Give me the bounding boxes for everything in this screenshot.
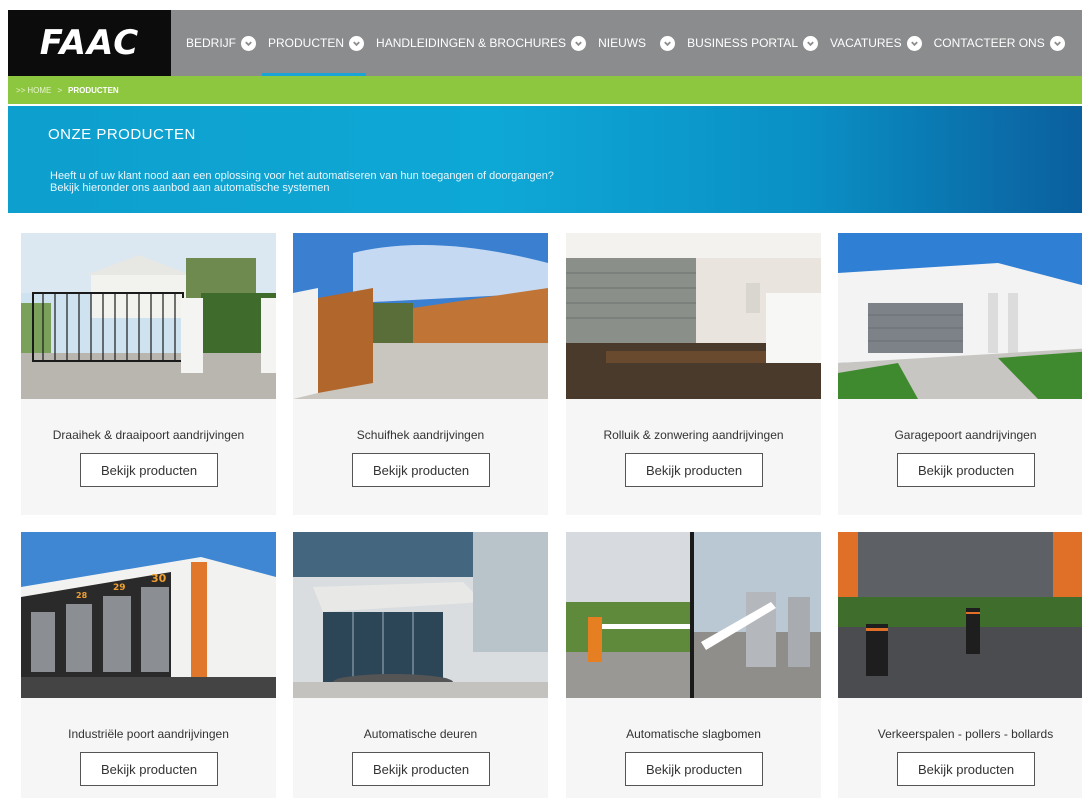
nav-label: BEDRIJF [186,36,237,50]
nav-item-vacatures[interactable]: VACATURES [830,10,928,76]
chevron-down-icon[interactable] [906,35,922,51]
view-products-button[interactable]: Bekijk producten [625,453,763,487]
product-image-gate[interactable] [21,233,276,399]
svg-text:29: 29 [113,583,126,593]
hero-line-1: Heeft u of uw klant nood aan een oplossi… [50,170,554,182]
product-card-industriele-poort: 30 29 28 Industriële poort aandrijvingen… [21,532,276,798]
chevron-down-icon[interactable] [349,35,365,51]
product-card-slagbomen: Automatische slagbomen Bekijk producten [566,532,821,798]
product-title: Garagepoort aandrijvingen [894,428,1037,442]
nav-item-business-portal[interactable]: BUSINESS PORTAL [687,10,824,76]
breadcrumb-current: PRODUCTEN [68,85,119,95]
product-image-roller-shutter[interactable] [566,233,821,399]
breadcrumb-separator: > [57,85,63,95]
hero-line-2: Bekijk hieronder ons aanbod aan automati… [50,182,330,194]
product-card-verkeerspalen: Verkeerspalen - pollers - bollards Bekij… [838,532,1082,798]
chevron-down-icon[interactable] [571,35,587,51]
breadcrumb: >> HOME > PRODUCTEN [8,76,1082,104]
hero-description: Heeft u of uw klant nood aan een oplossi… [50,170,554,194]
view-products-button[interactable]: Bekijk producten [897,752,1035,786]
nav-item-handleidingen[interactable]: HANDLEIDINGEN & BROCHURES [376,10,592,76]
product-image-industrial-door[interactable]: 30 29 28 [21,532,276,698]
chevron-down-icon[interactable] [660,35,676,51]
view-products-button[interactable]: Bekijk producten [352,752,490,786]
chevron-down-icon[interactable] [1049,35,1065,51]
product-card-rolluik: Rolluik & zonwering aandrijvingen Bekijk… [566,233,821,515]
nav-label: CONTACTEER ONS [933,36,1045,50]
view-products-button[interactable]: Bekijk producten [625,752,763,786]
product-card-schuifhek: Schuifhek aandrijvingen Bekijk producten [293,233,548,515]
view-products-button[interactable]: Bekijk producten [897,453,1035,487]
breadcrumb-prefix: >> [16,85,26,95]
product-image-sliding-gate[interactable] [293,233,548,399]
product-title: Verkeerspalen - pollers - bollards [877,727,1054,741]
product-title: Rolluik & zonwering aandrijvingen [603,428,784,442]
product-card-garagepoort: Garagepoort aandrijvingen Bekijk product… [838,233,1082,515]
nav-item-bedrijf[interactable]: BEDRIJF [186,10,262,76]
nav-item-contacteer-ons[interactable]: CONTACTEER ONS [934,10,1071,76]
nav-label: PRODUCTEN [268,36,345,50]
view-products-button[interactable]: Bekijk producten [80,453,218,487]
product-image-bollards[interactable] [838,532,1082,698]
product-image-garage-door[interactable] [838,233,1082,399]
nav-item-producten[interactable]: PRODUCTEN [262,10,370,76]
page-title: ONZE PRODUCTEN [48,126,196,143]
product-image-barrier[interactable] [566,532,821,698]
nav-label: HANDLEIDINGEN & BROCHURES [376,36,567,50]
svg-text:30: 30 [151,572,167,585]
product-title: Industriële poort aandrijvingen [68,727,229,741]
product-title: Automatische deuren [363,727,478,741]
product-title: Schuifhek aandrijvingen [356,428,485,442]
product-title: Draaihek & draaipoort aandrijvingen [52,428,245,442]
view-products-button[interactable]: Bekijk producten [352,453,490,487]
chevron-down-icon[interactable] [241,35,257,51]
chevron-down-icon[interactable] [803,35,818,51]
svg-text:28: 28 [76,591,88,600]
top-navigation: FAAC BEDRIJF PRODUCTEN HANDLEIDINGEN & B… [8,10,1082,76]
product-title: Automatische slagbomen [626,727,761,741]
product-card-automatische-deuren: Automatische deuren Bekijk producten [293,532,548,798]
product-card-draaihek: Draaihek & draaipoort aandrijvingen Beki… [21,233,276,515]
nav-item-nieuws[interactable]: NIEUWS [598,10,681,76]
logo-text: FAAC [39,23,140,63]
hero-banner: ONZE PRODUCTEN Heeft u of uw klant nood … [8,106,1082,213]
breadcrumb-home-link[interactable]: HOME [27,86,51,95]
product-image-automatic-doors[interactable] [293,532,548,698]
main-menu: BEDRIJF PRODUCTEN HANDLEIDINGEN & BROCHU… [186,10,1077,76]
nav-label: BUSINESS PORTAL [687,36,798,50]
faac-logo[interactable]: FAAC [8,10,171,76]
nav-label: NIEUWS [598,36,647,50]
nav-label: VACATURES [830,36,902,50]
view-products-button[interactable]: Bekijk producten [80,752,218,786]
